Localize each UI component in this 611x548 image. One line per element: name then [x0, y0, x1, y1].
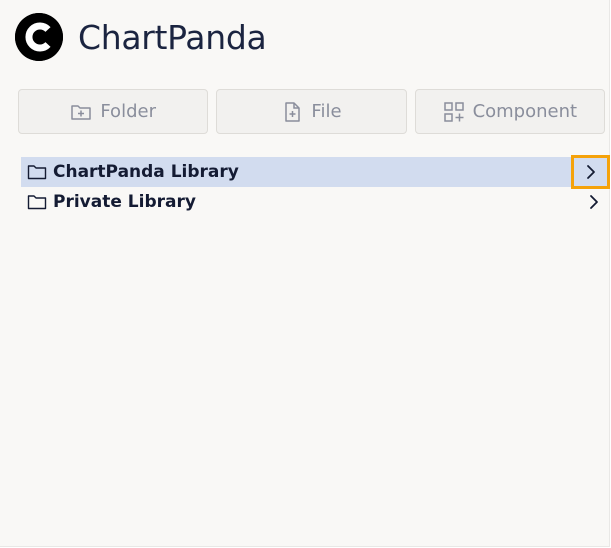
app-title: ChartPanda — [78, 17, 267, 57]
expand-private-library-button[interactable] — [579, 187, 609, 217]
new-file-label: File — [311, 101, 342, 122]
library-panel: ChartPanda Folder File Component ChartPa… — [0, 0, 610, 547]
expand-chartpanda-library-button[interactable] — [571, 155, 610, 189]
chevron-right-icon — [586, 165, 595, 179]
app-header: ChartPanda — [15, 13, 267, 61]
create-toolbar: Folder File Component — [18, 89, 605, 134]
library-tree: ChartPanda Library Private Library — [21, 155, 610, 217]
chevron-right-icon — [590, 195, 598, 209]
new-folder-label: Folder — [100, 101, 156, 122]
folder-icon — [27, 193, 47, 211]
tree-item-private-library[interactable]: Private Library — [21, 187, 609, 217]
new-component-button[interactable]: Component — [414, 89, 605, 134]
new-file-button[interactable]: File — [216, 89, 407, 134]
tree-item-label: Private Library — [53, 192, 196, 212]
chartpanda-logo-icon — [15, 13, 63, 61]
new-component-label: Component — [472, 101, 578, 122]
tree-item-chartpanda-library[interactable]: ChartPanda Library — [21, 155, 610, 189]
tree-item-label: ChartPanda Library — [53, 162, 239, 182]
folder-plus-icon — [70, 101, 92, 123]
component-plus-icon — [443, 101, 465, 123]
file-plus-icon — [281, 101, 303, 123]
folder-icon — [27, 163, 47, 181]
new-folder-button[interactable]: Folder — [18, 89, 209, 134]
